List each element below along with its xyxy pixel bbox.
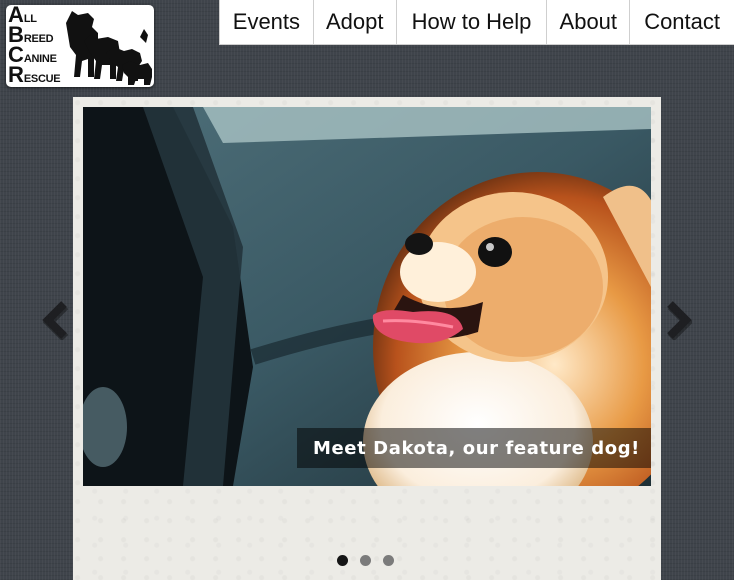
site-logo[interactable]: A LL B REED C ANINE R ESCUE — [6, 5, 154, 87]
logo-word: ANINE — [23, 53, 57, 65]
logo-word: LL — [23, 13, 37, 25]
logo-initial: R — [8, 62, 24, 87]
slide-caption: Meet Dakota, our feature dog! — [296, 428, 651, 468]
slide-dot-1[interactable] — [337, 555, 348, 566]
logo-word: ESCUE — [23, 73, 61, 85]
slide-image[interactable]: Meet Dakota, our feature dog! — [83, 107, 651, 486]
nav-item-adopt[interactable]: Adopt — [313, 0, 397, 45]
nav-item-contact[interactable]: Contact — [630, 0, 734, 45]
slide-indicators — [337, 555, 394, 566]
logo-word: REED — [23, 33, 54, 45]
main-nav: Events Adopt How to Help About Contact — [219, 0, 734, 45]
chevron-left-icon[interactable] — [42, 300, 70, 342]
nav-item-events[interactable]: Events — [220, 0, 314, 45]
slider-frame: Meet Dakota, our feature dog! — [73, 97, 661, 580]
slide-dot-3[interactable] — [383, 555, 394, 566]
chevron-right-icon[interactable] — [664, 300, 694, 342]
dog-silhouettes-icon — [66, 11, 152, 85]
nav-item-about[interactable]: About — [547, 0, 631, 45]
slide-dot-2[interactable] — [360, 555, 371, 566]
nav-item-how-to-help[interactable]: How to Help — [396, 0, 548, 45]
